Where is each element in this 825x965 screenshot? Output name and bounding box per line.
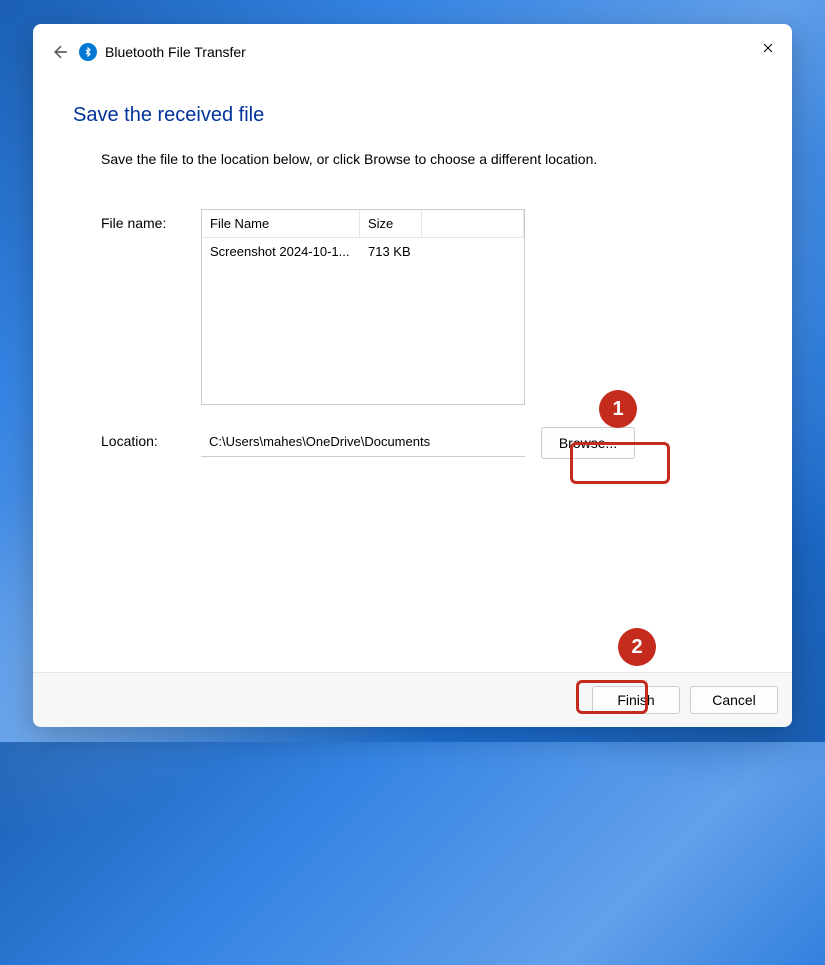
annotation-badge-1: 1: [599, 390, 637, 428]
annotation-badge-2: 2: [618, 628, 656, 666]
file-name-cell: Screenshot 2024-10-1...: [202, 238, 360, 265]
location-row: Location: Browse...: [101, 427, 752, 459]
close-icon[interactable]: [760, 40, 776, 56]
file-name-label: File name:: [101, 209, 201, 405]
page-heading: Save the received file: [73, 104, 752, 127]
instruction-text: Save the file to the location below, or …: [101, 151, 752, 167]
location-input[interactable]: [201, 427, 525, 457]
bluetooth-transfer-dialog: Bluetooth File Transfer Save the receive…: [33, 24, 792, 727]
cancel-button[interactable]: Cancel: [690, 686, 778, 714]
file-size-cell: 713 KB: [360, 238, 422, 265]
file-list[interactable]: File Name Size Screenshot 2024-10-1... 7…: [201, 209, 525, 405]
finish-button[interactable]: Finish: [592, 686, 680, 714]
column-header-size[interactable]: Size: [360, 210, 422, 237]
dialog-title: Bluetooth File Transfer: [105, 44, 246, 60]
bluetooth-icon: [79, 43, 97, 61]
dialog-body: Save the received file Save the file to …: [33, 62, 792, 672]
back-arrow-icon[interactable]: [51, 42, 71, 62]
column-header-empty: [422, 210, 524, 237]
location-label: Location:: [101, 427, 201, 459]
dialog-header: Bluetooth File Transfer: [33, 24, 792, 62]
file-list-row[interactable]: Screenshot 2024-10-1... 713 KB: [202, 238, 524, 265]
file-list-header: File Name Size: [202, 210, 524, 238]
browse-button[interactable]: Browse...: [541, 427, 635, 459]
column-header-name[interactable]: File Name: [202, 210, 360, 237]
dialog-footer: Finish Cancel: [33, 672, 792, 727]
file-name-row: File name: File Name Size Screenshot 202…: [101, 209, 752, 405]
